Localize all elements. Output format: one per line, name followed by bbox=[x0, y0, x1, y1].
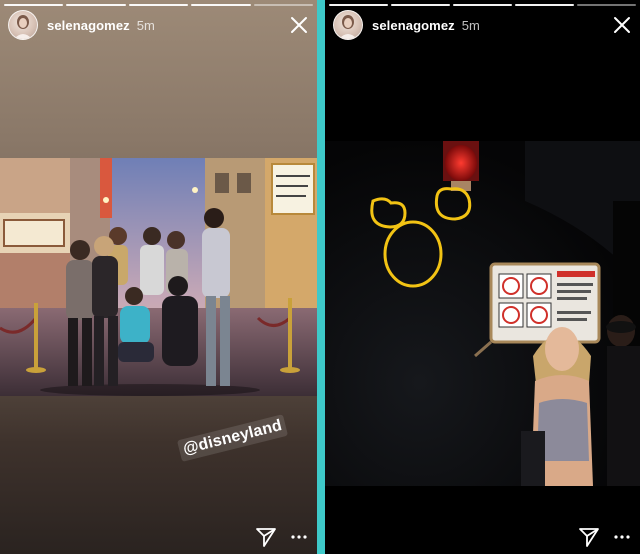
story-header: selenagomez 5m bbox=[8, 10, 309, 40]
story-progress-bar bbox=[4, 4, 314, 6]
send-icon[interactable] bbox=[578, 526, 600, 548]
mention-sticker[interactable]: @disneyland bbox=[176, 414, 289, 462]
story-photo bbox=[0, 158, 317, 396]
story-panel-right[interactable]: selenagomez 5m bbox=[325, 0, 640, 554]
username[interactable]: selenagomez bbox=[372, 18, 455, 33]
story-panel-left[interactable]: selenagomez 5m @disneyland bbox=[0, 0, 317, 554]
story-progress-bar bbox=[329, 4, 636, 6]
more-icon[interactable] bbox=[614, 534, 630, 540]
story-header: selenagomez 5m bbox=[333, 10, 632, 40]
story-footer bbox=[255, 526, 307, 548]
username[interactable]: selenagomez bbox=[47, 18, 130, 33]
story-footer bbox=[578, 526, 630, 548]
more-icon[interactable] bbox=[291, 534, 307, 540]
timestamp: 5m bbox=[136, 17, 155, 33]
timestamp: 5m bbox=[461, 17, 480, 33]
avatar[interactable] bbox=[333, 10, 363, 40]
close-icon[interactable] bbox=[612, 15, 632, 35]
close-icon[interactable] bbox=[289, 15, 309, 35]
send-icon[interactable] bbox=[255, 526, 277, 548]
avatar[interactable] bbox=[8, 10, 38, 40]
story-photo bbox=[325, 141, 640, 486]
